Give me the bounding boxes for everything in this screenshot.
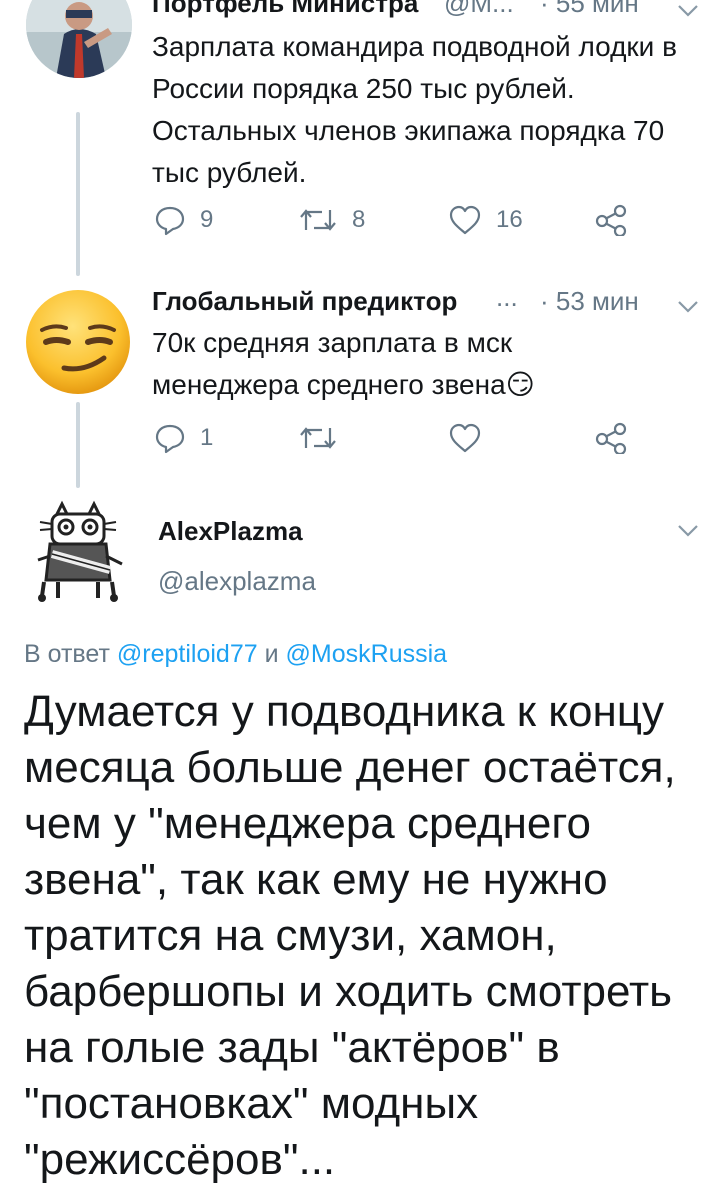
thread-line (76, 402, 80, 488)
tweet-text-content: 70к средняя зарплата в мск менеджера сре… (152, 327, 513, 400)
chevron-down-icon[interactable] (677, 524, 699, 538)
like-button[interactable] (448, 422, 496, 454)
reply-button[interactable]: 9 (154, 204, 213, 236)
person-photo-icon (26, 0, 132, 78)
share-button[interactable] (594, 204, 628, 236)
author-name[interactable]: Глобальный предиктор (152, 286, 457, 317)
like-button[interactable]: 16 (448, 204, 523, 236)
retweet-button[interactable] (298, 422, 352, 454)
avatar-tweet-1[interactable] (26, 0, 132, 78)
retweet-icon (300, 209, 336, 231)
chevron-down-icon[interactable] (677, 4, 699, 18)
heart-icon (449, 205, 481, 235)
share-icon (595, 422, 627, 454)
smirking-face-icon (26, 290, 130, 394)
author-name[interactable]: AlexPlazma (158, 516, 303, 547)
timestamp[interactable]: · 53 мин (540, 286, 639, 317)
reply-icon (155, 424, 185, 454)
reply-prefix: В ответ (24, 640, 110, 668)
share-button[interactable] (594, 422, 628, 454)
retweet-count: 8 (352, 206, 366, 233)
smirking-face-emoji: 😏 (505, 369, 535, 400)
share-icon (595, 204, 627, 236)
retweet-icon (300, 427, 336, 449)
thread-line (76, 112, 80, 276)
tweet-text: Зарплата командира подводной лодки в Рос… (152, 31, 677, 188)
reply-count: 1 (200, 424, 214, 451)
reply-conjunction: и (264, 640, 279, 668)
author-handle[interactable]: ... (496, 282, 518, 313)
author-name[interactable]: Портфель Министра (152, 0, 418, 19)
retweet-button[interactable]: 8 (298, 204, 365, 236)
heart-icon (449, 423, 481, 453)
chevron-down-icon[interactable] (677, 300, 699, 314)
tweet-text: 70к средняя зарплата в мск менеджера сре… (152, 322, 612, 406)
author-handle[interactable]: @М... (444, 0, 514, 19)
avatar-tweet-2[interactable] (24, 288, 132, 396)
main-tweet-text: Думается у подводника к концу месяца бол… (24, 687, 676, 1184)
avatar-main[interactable] (28, 500, 128, 604)
reply-count: 9 (200, 206, 214, 233)
mention-link[interactable]: @MoskRussia (286, 640, 448, 668)
mention-link[interactable]: @reptiloid77 (117, 640, 258, 668)
like-count: 16 (496, 206, 523, 233)
author-handle[interactable]: @alexplazma (158, 566, 316, 597)
reply-icon (155, 206, 185, 236)
reply-context: В ответ @reptiloid77 и @MoskRussia (24, 640, 447, 669)
reply-button[interactable]: 1 (154, 422, 213, 454)
timestamp[interactable]: · 55 мин (540, 0, 639, 19)
cat-doodle-icon (28, 500, 128, 604)
